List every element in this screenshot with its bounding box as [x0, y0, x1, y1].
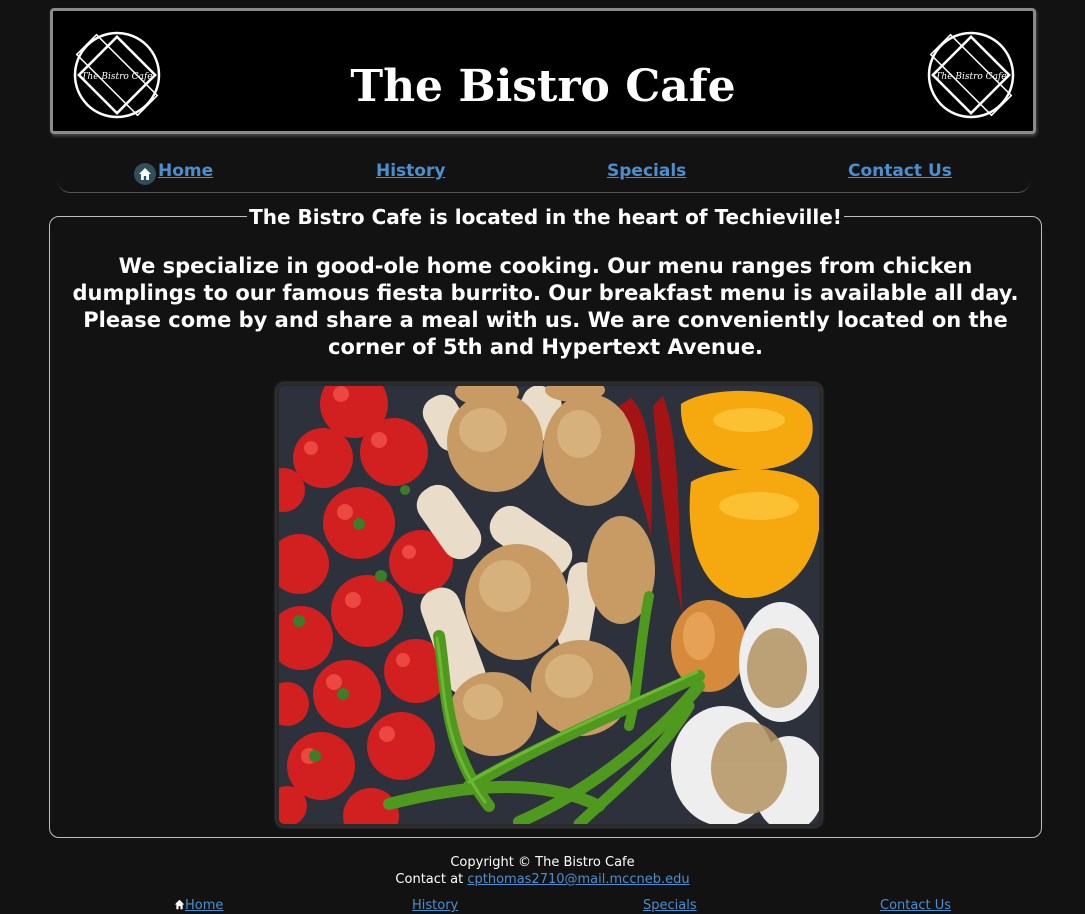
nav-item-specials[interactable]: Specials [607, 160, 686, 182]
footer-nav-label: Home [185, 898, 224, 913]
nav-item-home[interactable]: Home [134, 160, 213, 185]
vegetables-photo [276, 383, 822, 827]
footer-nav: Home History Specials Contact Us [0, 897, 1085, 914]
intro-text: We specialize in good-ole home cooking. … [72, 254, 1019, 359]
footer-nav-item-history[interactable]: History [412, 897, 458, 914]
section-legend: The Bistro Cafe is located in the heart … [247, 205, 844, 229]
footer-nav-item-specials[interactable]: Specials [643, 897, 697, 914]
contact-line: Contact at cpthomas2710@mail.mccneb.edu [0, 871, 1085, 888]
main-nav: Home History Specials Contact Us [58, 152, 1030, 193]
vegetables-image [279, 386, 819, 824]
home-icon [134, 163, 156, 185]
copyright-text: Copyright © The Bistro Cafe [450, 855, 635, 870]
nav-item-history[interactable]: History [376, 160, 445, 182]
contact-prefix: Contact at [395, 872, 464, 887]
main-fieldset: The Bistro Cafe is located in the heart … [49, 205, 1042, 838]
page-title: The Bistro Cafe [350, 61, 736, 112]
site-footer: Copyright © The Bistro Cafe Contact at c… [0, 854, 1085, 888]
site-header: The Bistro Cafe The Bistro Cafe The Bist… [50, 8, 1036, 134]
bistro-logo-icon: The Bistro Cafe [927, 31, 1015, 119]
footer-nav-item-home[interactable]: Home [174, 897, 223, 914]
nav-item-contact[interactable]: Contact Us [848, 160, 952, 182]
footer-nav-item-contact[interactable]: Contact Us [880, 897, 951, 914]
nav-item-label: Home [158, 161, 214, 181]
logo-text: The Bistro Cafe [935, 72, 1006, 82]
home-icon [174, 899, 185, 910]
contact-email-link[interactable]: cpthomas2710@mail.mccneb.edu [467, 872, 689, 887]
